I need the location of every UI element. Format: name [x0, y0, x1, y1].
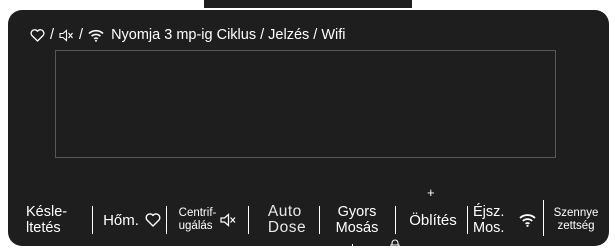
wifi-icon — [88, 29, 104, 42]
spin-label-2: ugálás — [178, 220, 213, 232]
temperature-button[interactable]: Hőm. — [99, 200, 165, 240]
night-wash-button[interactable]: Éjsz. Mos. — [473, 200, 511, 240]
delay-label-1: Késle- — [26, 204, 68, 220]
speaker-mute-icon — [220, 213, 236, 227]
rinse-label: Öblítés — [409, 211, 457, 229]
button-row: Késle- ltetés Hőm. Centrif- ugálás Auto … — [8, 200, 609, 240]
lock-line-left-tick — [352, 244, 353, 246]
wifi-button[interactable] — [513, 200, 541, 240]
spin-button[interactable]: Centrif- ugálás — [170, 200, 246, 240]
rinse-plus-button[interactable]: Öblítés — [400, 200, 466, 240]
long-press-hint: / / Nyomja 3 mp-ig Ciklus / Jelzés / Wif… — [30, 24, 346, 46]
hint-text: Nyomja 3 mp-ig Ciklus / Jelzés / Wifi — [111, 27, 346, 43]
rinse-plus-sign: + — [427, 185, 435, 200]
control-panel: / / Nyomja 3 mp-ig Ciklus / Jelzés / Wif… — [8, 10, 609, 246]
heart-icon — [145, 213, 161, 227]
divider — [92, 206, 93, 234]
divider — [467, 206, 468, 234]
divider — [395, 206, 396, 234]
night-label-1: Éjsz. — [473, 204, 505, 220]
auto-dose-button[interactable]: Auto Dose — [256, 200, 318, 240]
top-frame-edge — [204, 0, 412, 8]
night-label-2: Mos. — [473, 220, 505, 236]
divider — [543, 200, 544, 236]
temperature-label: Hőm. — [103, 211, 139, 229]
quick-wash-label-1: Gyors — [337, 204, 377, 220]
display-screen — [55, 50, 556, 158]
spin-label-1: Centrif- — [178, 207, 217, 219]
soil-label-2: zettség — [557, 220, 595, 232]
wifi-icon — [518, 214, 536, 227]
child-lock-indicator — [352, 239, 438, 246]
separator: / — [79, 27, 84, 43]
divider — [248, 206, 249, 234]
speaker-mute-icon — [59, 28, 73, 42]
soil-label-1: Szennye — [553, 207, 599, 219]
quick-wash-label-2: Mosás — [335, 220, 379, 236]
separator: / — [50, 27, 55, 43]
divider — [166, 206, 167, 234]
auto-dose-label-1: Auto — [267, 203, 302, 220]
child-lock-icon — [390, 239, 400, 246]
divider — [319, 206, 320, 234]
soil-level-button[interactable]: Szennye zettség — [547, 200, 605, 240]
quick-wash-button[interactable]: Gyors Mosás — [326, 200, 388, 240]
delay-button[interactable]: Késle- ltetés — [26, 200, 92, 240]
delay-label-2: ltetés — [26, 220, 61, 236]
heart-icon — [30, 28, 45, 42]
auto-dose-label-2: Dose — [267, 219, 307, 236]
